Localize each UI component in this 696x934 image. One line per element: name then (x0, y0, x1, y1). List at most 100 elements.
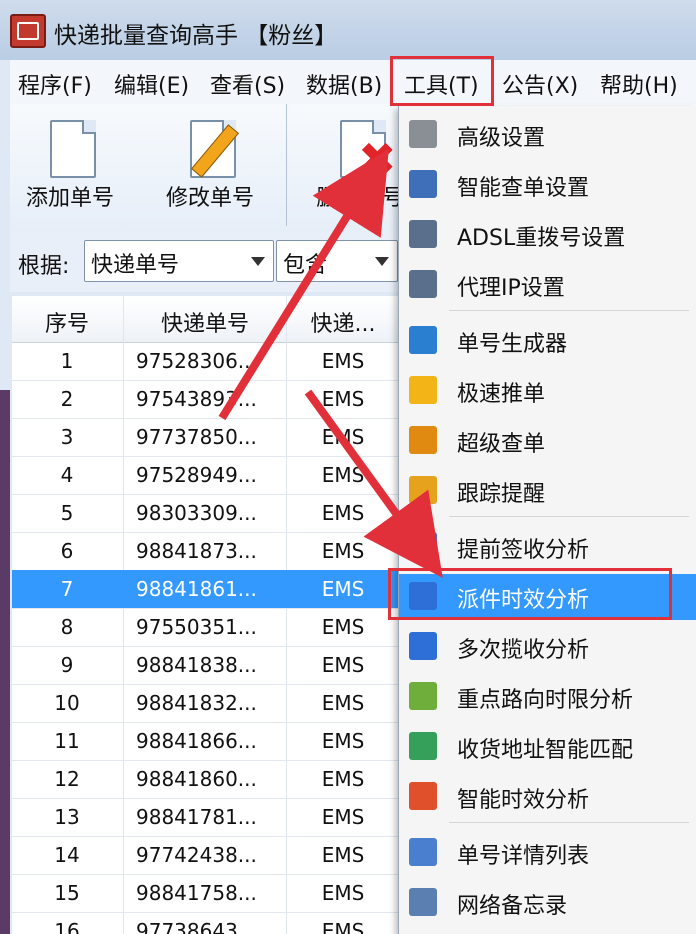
chart-icon (409, 532, 437, 560)
row-courier: EMS (321, 919, 365, 934)
list-icon (409, 838, 437, 866)
menu-separator (449, 310, 689, 311)
gear-icon (409, 120, 437, 148)
menu-item[interactable]: 超级查单 (399, 418, 696, 464)
delete-x-icon: ✖ (358, 132, 397, 186)
row-index: 7 (60, 577, 74, 601)
row-courier: EMS (321, 463, 365, 487)
row-index: 2 (60, 387, 74, 411)
header-courier[interactable]: 快递... (288, 306, 398, 338)
window-border (0, 390, 10, 934)
menu-item[interactable]: 多次揽收分析 (399, 624, 696, 670)
menu-item[interactable]: 单号生成器 (399, 318, 696, 364)
menu-item-label: 跟踪提醒 (457, 482, 546, 507)
analytics-icon (409, 782, 437, 810)
row-tracking-number: 97543893... (136, 387, 257, 411)
row-courier: EMS (321, 843, 365, 867)
address-icon (409, 732, 437, 760)
menu-item[interactable]: 单号详情列表 (399, 830, 696, 876)
app-logo-icon (10, 14, 46, 48)
document-icon (50, 120, 96, 178)
title-bar: 快递批量查询高手 【粉丝】 (0, 0, 696, 60)
menu-item[interactable]: 高级设置 (399, 112, 696, 158)
row-index: 1 (60, 349, 74, 373)
menu-separator (449, 516, 689, 517)
row-courier: EMS (321, 539, 365, 563)
menu-item-label: 高级设置 (457, 126, 546, 151)
printer-icon (409, 426, 437, 454)
row-courier: EMS (321, 881, 365, 905)
row-index: 13 (54, 805, 80, 829)
row-index: 15 (54, 881, 80, 905)
menu-view[interactable]: 查看(S) (210, 68, 285, 100)
line-chart-icon (409, 632, 437, 660)
row-tracking-number: 98841832... (136, 691, 257, 715)
menu-item[interactable]: 智能时效分析 (399, 774, 696, 820)
menu-program[interactable]: 程序(F) (18, 68, 92, 100)
menu-item-label: 收货地址智能匹配 (457, 738, 634, 763)
row-courier: EMS (321, 577, 365, 601)
map-icon (409, 682, 437, 710)
menu-announcement[interactable]: 公告(X) (502, 68, 578, 100)
row-courier: EMS (321, 805, 365, 829)
monitor-icon (409, 170, 437, 198)
row-courier: EMS (321, 615, 365, 639)
menu-item[interactable]: 重点路向时限分析 (399, 674, 696, 720)
row-tracking-number: 97528949... (136, 463, 257, 487)
menu-item[interactable]: 智能查单设置 (399, 162, 696, 208)
menu-item[interactable]: 跟踪提醒 (399, 468, 696, 514)
bell-icon (409, 476, 437, 504)
filter-label: 根据: (18, 254, 70, 279)
row-tracking-number: 98841873... (136, 539, 257, 563)
row-courier: EMS (321, 653, 365, 677)
menu-item-label: 多次揽收分析 (457, 638, 590, 663)
row-tracking-number: 97738643... (136, 919, 257, 934)
row-tracking-number: 98841866... (136, 729, 257, 753)
row-index: 8 (60, 615, 74, 639)
menu-edit[interactable]: 编辑(E) (114, 68, 189, 100)
filter-operator-select[interactable]: 包含 (276, 240, 398, 282)
row-courier: EMS (321, 425, 365, 449)
row-courier: EMS (321, 691, 365, 715)
header-index[interactable]: 序号 (12, 306, 122, 338)
row-tracking-number: 97742438... (136, 843, 257, 867)
menu-item-label: 单号生成器 (457, 332, 568, 357)
row-courier: EMS (321, 767, 365, 791)
toolbar-separator (286, 104, 287, 226)
row-tracking-number: 98841758... (136, 881, 257, 905)
add-number-button[interactable]: 添加单号 (10, 114, 130, 224)
edit-number-button[interactable]: 修改单号 (150, 114, 270, 224)
annotation-box-tools-menu (390, 56, 494, 106)
menu-item-label: 单号详情列表 (457, 844, 590, 869)
filter-operator-value: 包含 (283, 253, 328, 278)
menu-item[interactable]: 代理IP设置 (399, 262, 696, 308)
menu-bar: 程序(F) 编辑(E) 查看(S) 数据(B) 工具(T) 公告(X) 帮助(H… (10, 60, 696, 105)
network-icon (409, 220, 437, 248)
car-icon (409, 326, 437, 354)
menu-item[interactable]: ADSL重拨号设置 (399, 212, 696, 258)
annotation-box-dispatch-analysis (388, 568, 672, 620)
row-tracking-number: 97737850... (136, 425, 257, 449)
menu-data[interactable]: 数据(B) (306, 68, 382, 100)
row-tracking-number: 98841861... (136, 577, 257, 601)
header-tracking-number[interactable]: 快递单号 (124, 306, 286, 338)
menu-item[interactable]: 极速推单 (399, 368, 696, 414)
row-index: 11 (54, 729, 80, 753)
menu-separator (449, 822, 689, 823)
row-index: 16 (54, 919, 80, 934)
row-tracking-number: 97550351... (136, 615, 257, 639)
menu-item[interactable]: 收货地址智能匹配 (399, 724, 696, 770)
row-tracking-number: 98841860... (136, 767, 257, 791)
menu-item-label: 超级查单 (457, 432, 546, 457)
menu-help[interactable]: 帮助(H) (600, 68, 678, 100)
menu-item[interactable]: 网络备忘录 (399, 880, 696, 926)
menu-item-label: 网络备忘录 (457, 894, 568, 919)
menu-item-label: 代理IP设置 (457, 276, 565, 301)
row-index: 6 (60, 539, 74, 563)
row-index: 12 (54, 767, 80, 791)
menu-item[interactable]: 提前签收分析 (399, 524, 696, 570)
row-courier: EMS (321, 349, 365, 373)
filter-field-select[interactable]: 快递单号 (84, 240, 274, 282)
row-courier: EMS (321, 729, 365, 753)
chevron-down-icon (251, 257, 265, 266)
